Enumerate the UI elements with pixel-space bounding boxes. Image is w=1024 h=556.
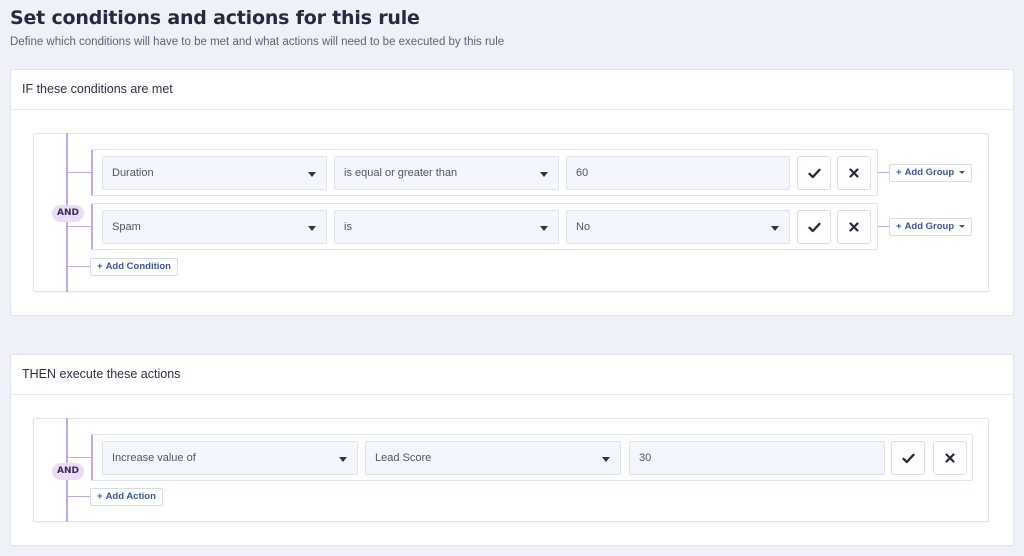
action-target-value: Lead Score [375,452,432,464]
chevron-down-icon [771,226,779,231]
conditions-branch-line-3 [67,266,92,267]
condition-comparator-value: is [344,221,352,233]
actions-branch-line-2 [67,496,92,497]
condition-field-value: Spam [112,221,141,233]
chevron-down-icon [602,457,610,462]
check-icon [901,453,915,463]
actions-panel-title: THEN execute these actions [22,367,181,381]
close-icon [849,222,859,232]
condition-field-select[interactable]: Duration [102,156,327,190]
check-icon [807,168,821,178]
condition-comparator-select[interactable]: is [334,210,559,244]
actions-branch-line-1 [67,457,92,458]
add-action-label: Add Action [105,491,156,502]
conditions-branch-line-2 [67,226,92,227]
condition-comparator-value: is equal or greater than [344,167,458,179]
conditions-panel-header: IF these conditions are met [11,70,1013,110]
actions-operator-badge[interactable]: AND [52,463,84,480]
condition-value-text: 60 [576,167,589,179]
condition-value-input[interactable]: 60 [566,156,790,190]
add-group-button[interactable]: + Add Group [889,218,973,236]
close-icon [945,453,955,463]
add-condition-label: Add Condition [105,261,171,272]
action-type-select[interactable]: Increase value of [102,441,358,475]
remove-condition-button[interactable] [837,210,871,244]
condition-field-value: Duration [112,167,154,179]
confirm-condition-button[interactable] [797,156,831,190]
confirm-action-button[interactable] [891,441,925,475]
check-icon [807,222,821,232]
conditions-operator-badge[interactable]: AND [52,205,84,222]
action-value-input[interactable]: 30 [629,441,885,475]
plus-icon: + [896,167,902,178]
page-title: Set conditions and actions for this rule [10,7,420,29]
condition-field-select[interactable]: Spam [102,210,327,244]
add-group-label: Add Group [904,167,955,178]
chevron-down-icon [540,172,548,177]
add-group-connector [878,172,889,173]
add-group-button[interactable]: + Add Group [889,164,973,182]
chevron-down-icon [339,457,347,462]
confirm-condition-button[interactable] [797,210,831,244]
chevron-down-icon [959,224,966,228]
remove-action-button[interactable] [933,441,967,475]
condition-value-select[interactable]: No [566,210,790,244]
chevron-down-icon [308,226,316,231]
add-condition-button[interactable]: + Add Condition [90,258,178,276]
action-value-text: 30 [639,452,652,464]
conditions-panel-title: IF these conditions are met [22,82,173,96]
plus-icon: + [896,221,902,232]
plus-icon: + [97,261,103,272]
condition-comparator-select[interactable]: is equal or greater than [334,156,559,190]
action-type-value: Increase value of [112,452,196,464]
chevron-down-icon [540,226,548,231]
chevron-down-icon [308,172,316,177]
close-icon [849,168,859,178]
add-group-connector [878,226,889,227]
remove-condition-button[interactable] [837,156,871,190]
actions-panel-header: THEN execute these actions [11,355,1013,395]
add-group-label: Add Group [904,221,955,232]
action-target-select[interactable]: Lead Score [365,441,621,475]
conditions-branch-line-1 [67,172,92,173]
chevron-down-icon [959,170,966,174]
condition-value-text: No [576,221,591,233]
plus-icon: + [97,491,103,502]
add-action-button[interactable]: + Add Action [90,488,163,506]
page-subtitle: Define which conditions will have to be … [10,36,505,48]
